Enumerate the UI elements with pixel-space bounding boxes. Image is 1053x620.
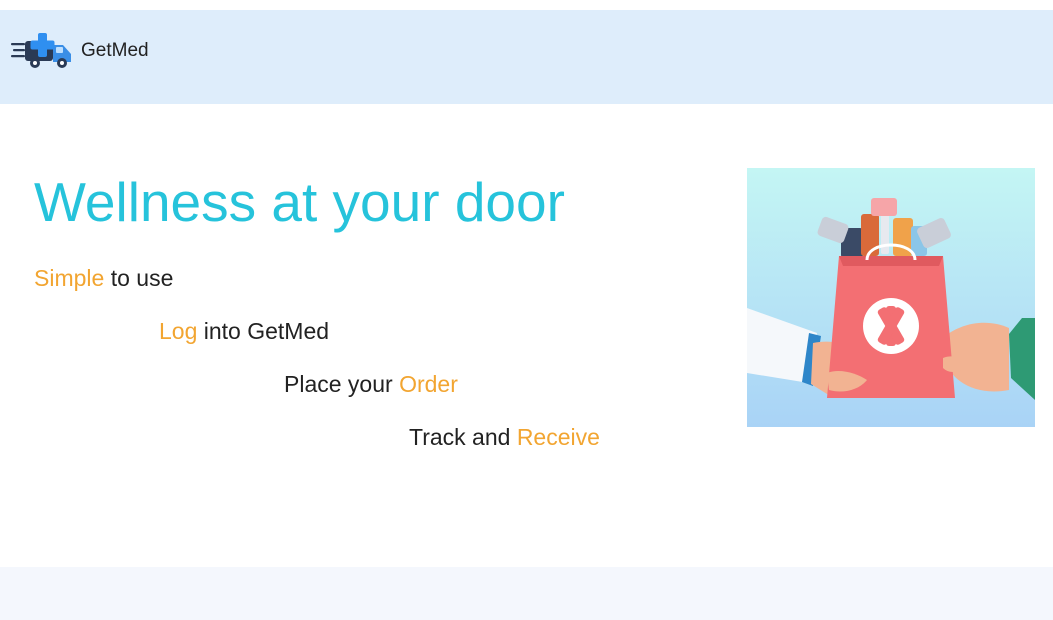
delivery-truck-medical-icon (11, 33, 71, 68)
top-strip (0, 0, 1053, 10)
medicine-bag-handoff-illustration (747, 168, 1035, 427)
step-text: Place your (284, 371, 400, 397)
step-log: Log into GetMed (159, 318, 329, 345)
step-highlight: Log (159, 318, 198, 344)
step-text: Track and (409, 424, 517, 450)
step-highlight: Order (399, 371, 458, 397)
footer (0, 567, 1053, 620)
step-text: into GetMed (197, 318, 330, 344)
step-highlight: Simple (34, 265, 105, 291)
navbar: GetMed (0, 10, 1053, 104)
brand-link[interactable]: GetMed (11, 31, 149, 71)
step-text: to use (104, 265, 174, 291)
step-simple: Simple to use (34, 265, 173, 292)
step-receive: Track and Receive (409, 424, 600, 451)
brand-name: GetMed (81, 40, 149, 61)
hero-title: Wellness at your door (34, 171, 565, 233)
step-highlight: Receive (516, 424, 600, 450)
step-order: Place your Order (284, 371, 458, 398)
